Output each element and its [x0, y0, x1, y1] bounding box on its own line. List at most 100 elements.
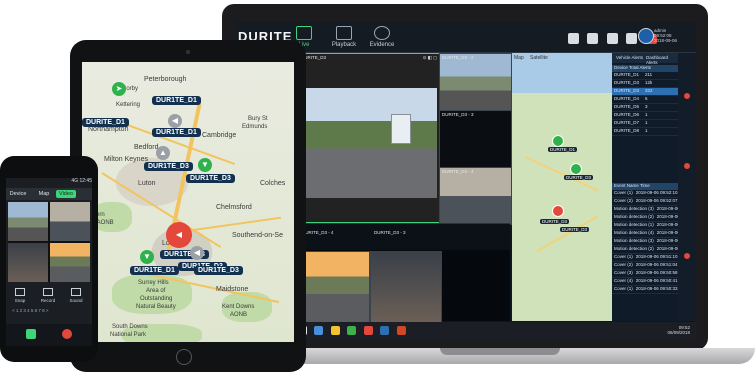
dashboard-alerts-tab[interactable]: Dashboard Alerts — [646, 55, 678, 65]
camera-tile-main[interactable]: DURITE_D3 ⊙ ◧ ◻ — [298, 53, 440, 223]
alert-vehicle-pin-icon[interactable]: ◀ — [166, 222, 192, 248]
map-tab[interactable]: Map — [514, 55, 524, 61]
table-row[interactable]: DURITE_D6 1 — [612, 112, 678, 120]
table-row[interactable]: Motion detection (4) 2018-09-06 09:51:37 — [612, 230, 696, 238]
channel-selector[interactable]: < 1 2 3 4 5 6 7 8 > — [12, 308, 49, 313]
town-label: Northampton — [88, 126, 129, 133]
table-row[interactable]: DURITE_D7 1 — [612, 120, 678, 128]
camera-tile-4[interactable]: DURITE_D3 - 4 — [439, 167, 512, 225]
alert-dot-icon[interactable] — [684, 253, 690, 259]
town-label: AONB — [230, 312, 248, 318]
camera-tile-5[interactable] — [298, 251, 370, 323]
town-label: Luton — [138, 180, 156, 187]
vehicle-pin-alert[interactable] — [552, 205, 564, 217]
snapshot-button[interactable]: Snap — [10, 288, 30, 303]
table-row[interactable]: DURITE_D3 12k — [612, 80, 678, 88]
table-row[interactable]: DURITE_D4 5 — [612, 96, 678, 104]
list-icon[interactable] — [568, 33, 579, 44]
document-icon[interactable] — [587, 33, 599, 44]
table-row[interactable]: DURITE_D1 211 — [612, 72, 678, 80]
tablet-home-button[interactable] — [176, 349, 192, 365]
table-row[interactable]: Cover (1) 2018-09-06 09:52:10 — [612, 190, 678, 198]
tablet-camera — [186, 50, 190, 54]
vehicle-label[interactable]: DUR1TE_D3 — [194, 266, 243, 275]
taskbar-app-icon[interactable] — [380, 326, 390, 335]
table-row[interactable]: Cover (1) 2018-09-06 09:50:33 — [612, 286, 678, 294]
phone-camera-tile[interactable] — [50, 243, 90, 282]
taskbar-app-icon[interactable] — [330, 326, 340, 335]
phone-status-bar: 4G 12:45 — [71, 178, 92, 184]
camera-tile-2[interactable]: DURITE_D3 - 2 — [439, 53, 512, 111]
town-label: Kent Downs — [222, 304, 255, 310]
camera-tile-3[interactable]: DURITE_D3 - 3 — [439, 110, 512, 168]
vehicle-pin-icon[interactable]: ◀ — [190, 246, 204, 260]
table-row[interactable]: Cover (1) 2018-09-06 09:51:10 — [612, 254, 678, 262]
alarm-icon[interactable] — [62, 329, 72, 339]
vehicle-label[interactable]: DUR1TE_D1 — [152, 128, 201, 137]
right-toolbar — [678, 53, 696, 321]
table-row[interactable]: Motion detection (2) 2018-09-06 09:51:21 — [612, 246, 696, 254]
camera-controls[interactable]: ⊙ ◧ ◻ — [423, 55, 437, 61]
vehicle-label: DURITE_D3 — [560, 227, 590, 232]
vehicle-pin-green[interactable] — [570, 163, 582, 175]
table-row[interactable]: DURITE_D3 322 — [612, 88, 678, 96]
satellite-tab[interactable]: Satellite — [530, 55, 548, 61]
tab-video[interactable]: Video — [56, 190, 76, 198]
table-row[interactable]: Cover (2) 2018-09-06 09:52:07 — [612, 198, 678, 206]
town-label: South Downs — [112, 324, 148, 330]
table-row[interactable]: Cover (4) 2018-09-06 09:50:41 — [612, 278, 678, 286]
camera-tile-6[interactable] — [370, 251, 442, 323]
town-label: Edmunds — [242, 124, 268, 130]
navigation-arrow-icon[interactable]: ➤ — [112, 82, 126, 96]
tablet-map[interactable]: Peterborough Corby Kettering Northampton… — [82, 62, 294, 342]
sound-button[interactable]: Sound — [66, 288, 86, 303]
vehicle-label[interactable]: DUR1TE_D1 — [130, 266, 179, 275]
vehicle-label[interactable]: DUR1TE_D3 — [186, 174, 235, 183]
alert-dot-icon[interactable] — [684, 93, 690, 99]
town-label: Surrey Hills — [138, 280, 169, 286]
vehicle-label[interactable]: DUR1TE_D1 — [152, 96, 201, 105]
taskbar-app-icon[interactable] — [396, 326, 406, 335]
alerts-tabs: Vehicle Alerts Dashboard Alerts — [612, 53, 678, 65]
playback-button[interactable]: Playback — [324, 25, 364, 51]
alert-dot-icon[interactable] — [684, 163, 690, 169]
vehicle-pin-icon[interactable]: ▼ — [140, 250, 154, 264]
settings-icon[interactable] — [626, 33, 638, 44]
table-row[interactable]: Motion detection (1) 2018-09-06 09:51:43 — [612, 222, 696, 230]
phone-camera-tile[interactable] — [8, 202, 48, 241]
table-row[interactable]: DURITE_D8 1 — [612, 128, 678, 136]
alerts-panel: Vehicle Alerts Dashboard Alerts Device T… — [612, 53, 696, 321]
disk-icon[interactable] — [606, 33, 618, 44]
vehicle-label[interactable]: DURITE_D1 — [82, 118, 129, 127]
table-row[interactable]: Motion detection (2) 2018-09-06 09:51:49 — [612, 214, 696, 222]
town-label: Chelmsford — [216, 204, 252, 211]
record-button[interactable]: Record — [38, 288, 58, 303]
user-avatar[interactable] — [638, 28, 654, 44]
vehicle-pin-icon[interactable]: ◀ — [168, 114, 182, 128]
vehicle-pin-icon[interactable]: ▼ — [198, 158, 212, 172]
evidence-button[interactable]: Evidence — [362, 25, 402, 51]
town-label: Outstanding — [140, 296, 173, 302]
phone-bottom-nav — [6, 324, 92, 346]
town-label: Milton Keynes — [104, 156, 148, 163]
town-label: Cambridge — [202, 132, 237, 139]
phone-camera-tile[interactable] — [50, 202, 90, 241]
table-row[interactable]: DURITE_D5 3 — [612, 104, 678, 112]
vehicle-pin-green[interactable] — [552, 135, 564, 147]
live-icon[interactable] — [26, 329, 36, 339]
vehicle-label[interactable]: DUR1TE_D3 — [144, 162, 193, 171]
map-panel[interactable]: Map Satellite DURITE_D1 DURITE_D3 DURITE… — [512, 53, 612, 321]
taskbar-app-icon[interactable] — [314, 326, 324, 335]
vehicle-alerts-tab[interactable]: Vehicle Alerts — [616, 55, 643, 60]
table-row[interactable]: Motion detection (3) 2018-09-06 09:52:03 — [612, 206, 696, 214]
taskbar-app-icon[interactable] — [363, 326, 373, 335]
tab-map[interactable]: Map — [34, 190, 54, 198]
vehicle-pin-icon[interactable]: ▲ — [156, 146, 170, 160]
camera-label-strip: DURITE_D3 - 4 DURITE_D3 - 3 — [298, 223, 510, 250]
phone-camera-tile[interactable] — [8, 243, 48, 282]
taskbar-app-icon[interactable] — [347, 326, 357, 335]
table-row[interactable]: Motion detection (3) 2018-09-06 09:51:33 — [612, 238, 696, 246]
table-row[interactable]: Cover (3) 2018-09-06 09:50:58 — [612, 270, 678, 278]
table-row[interactable]: Cover (2) 2018-09-06 09:51:04 — [612, 262, 678, 270]
tab-device[interactable]: Device — [8, 190, 28, 198]
